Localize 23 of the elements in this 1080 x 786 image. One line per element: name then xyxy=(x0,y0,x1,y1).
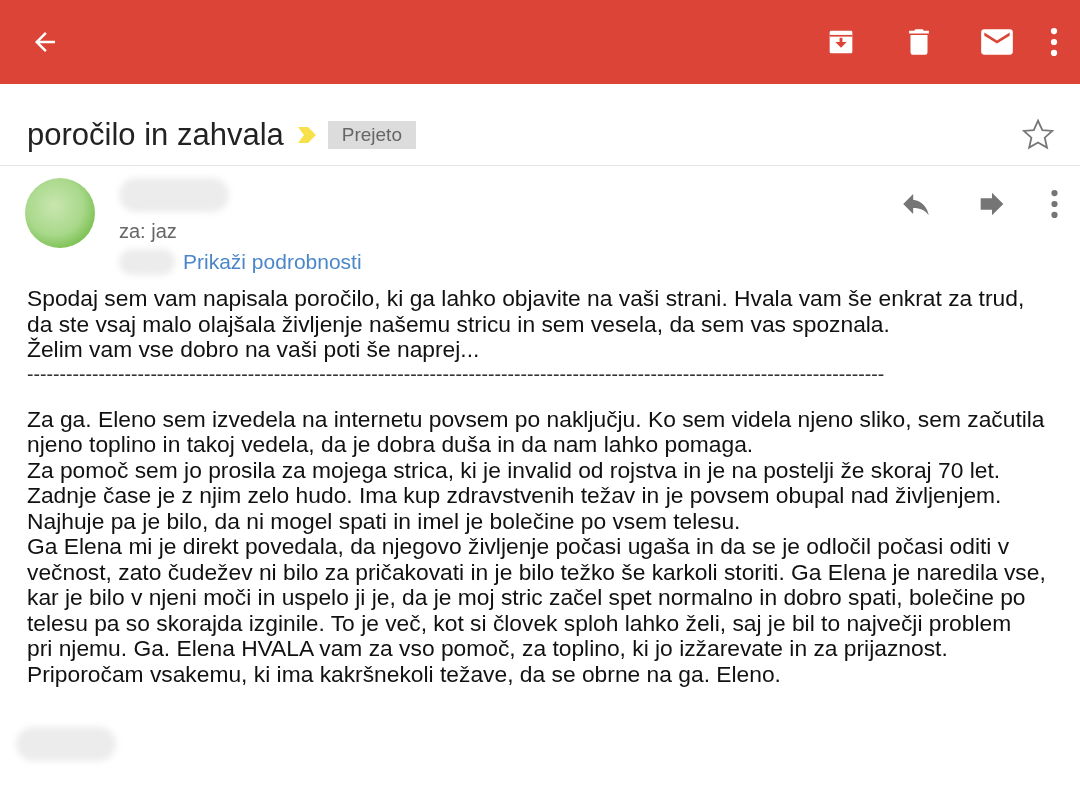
body-text-line: Zadnje čase je z njim zelo hudo. Ima kup zdravstvenih težav in je povsem obupal nad življenjem. xyxy=(27,483,1003,509)
inbox-label: Prejeto xyxy=(327,120,416,149)
body-text-line: Priporočam vsakemu, ki ima kakršnekoli težave, da se obrne na ga. Eleno. xyxy=(27,661,782,687)
show-details-link[interactable]: Prikaži podrobnosti xyxy=(183,250,362,274)
body-text-line: telesu pa so skorajda izginile. To je več, kot si človek sploh lahko želi, saj je bil to največji problem xyxy=(27,610,1012,636)
message-more-button[interactable] xyxy=(1051,190,1058,218)
body-text-line: da ste vsaj malo olajšala življenje našemu stricu in sem vesela, da sem vas spoznala. xyxy=(27,311,891,337)
body-text-line: Najhuje pa je bilo, da ni mogel spati in imel je bolečine po vsem telesu. xyxy=(27,508,741,534)
more-vertical-icon xyxy=(1051,190,1058,218)
body-text-line: njeno toplino in takoj vedela, da je dobra duša in da nam lahko pomaga. xyxy=(27,432,755,458)
body-text-line: Ga Elena mi je direkt povedala, da njegovo življenje počasi ugaša in da se je odločil počasi oditi v xyxy=(27,534,1011,560)
more-vertical-icon xyxy=(1050,28,1058,56)
body-text-line: Za ga. Eleno sem izvedela na internetu povsem po naključju. Ko sem videla njeno sliko, sem začutila xyxy=(27,406,1046,432)
body-text-line: Želim vam vse dobro na vaši poti še naprej... xyxy=(27,337,481,363)
body-text-line: Spodaj sem vam napisala poročilo, ki ga lahko objavite na vaši strani. Hvala vam še enkrat za trud, xyxy=(27,286,1026,312)
body-text-line: Za pomoč sem jo prosila za mojega strica, ki je invalid od rojstva in je na postelji že skoraj 70 let. xyxy=(27,457,1002,483)
email-subject: poročilo in zahvala xyxy=(27,116,284,153)
body-text-line: kar je bilo v njeni moči in uspelo ji je, da je moj stric začel spet normalno in dobro spati, bolečine po xyxy=(27,585,1027,611)
recipient-text: za: jaz xyxy=(119,220,178,243)
more-button[interactable] xyxy=(1050,28,1058,56)
body-text-line: pri njemu. Ga. Elena HVALA vam za vso pomoč, za toplino, ki jo izžarevate in za prijaznost. xyxy=(27,636,948,662)
dashed-separator: ------------------------------------------------------------------------------------------------------------------------------------ xyxy=(27,362,886,385)
body-text-line: večnost, zato čudežev ni bilo za pričakovati in je bilo težko še karkoli storiti. Ga Elena je naredila vse, xyxy=(27,559,1047,585)
